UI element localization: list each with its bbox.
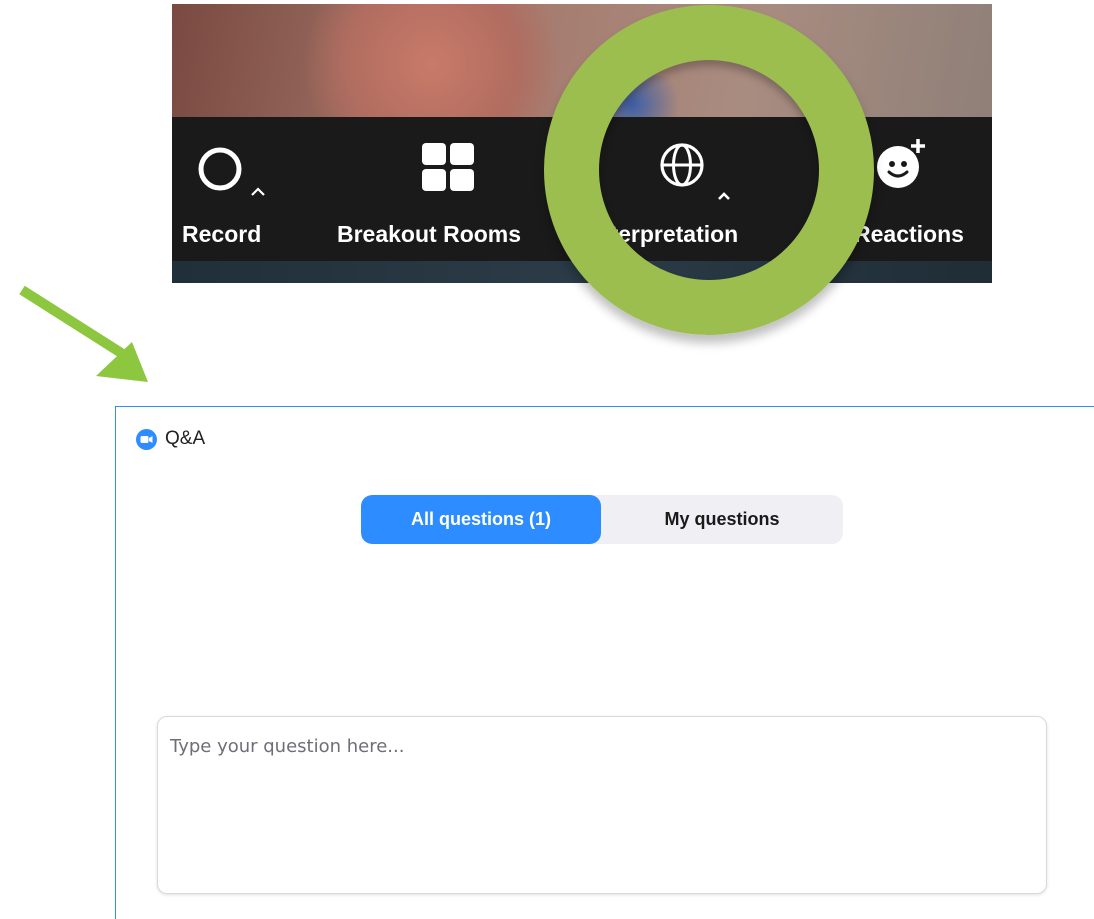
breakout-rooms-icon <box>422 143 474 191</box>
question-input[interactable] <box>158 717 1046 893</box>
qa-header: Q&A <box>136 428 205 450</box>
highlight-circle <box>544 5 874 335</box>
zoom-logo-icon <box>136 428 157 450</box>
breakout-rooms-button[interactable]: Breakout Rooms <box>322 117 542 261</box>
qa-window: Q&A All questions (1) My questions <box>115 406 1094 919</box>
qa-title: Q&A <box>165 428 206 449</box>
tab-all-questions[interactable]: All questions (1) <box>361 495 601 544</box>
reactions-label: Reactions <box>854 221 964 247</box>
record-icon <box>198 147 265 196</box>
record-button[interactable]: Record <box>172 117 302 261</box>
question-input-box <box>157 716 1047 894</box>
arrow-icon <box>19 285 148 382</box>
tab-my-questions[interactable]: My questions <box>601 495 843 544</box>
breakout-rooms-label: Breakout Rooms <box>337 221 522 247</box>
record-label: Record <box>182 221 262 247</box>
qa-tab-group: All questions (1) My questions <box>361 495 843 544</box>
